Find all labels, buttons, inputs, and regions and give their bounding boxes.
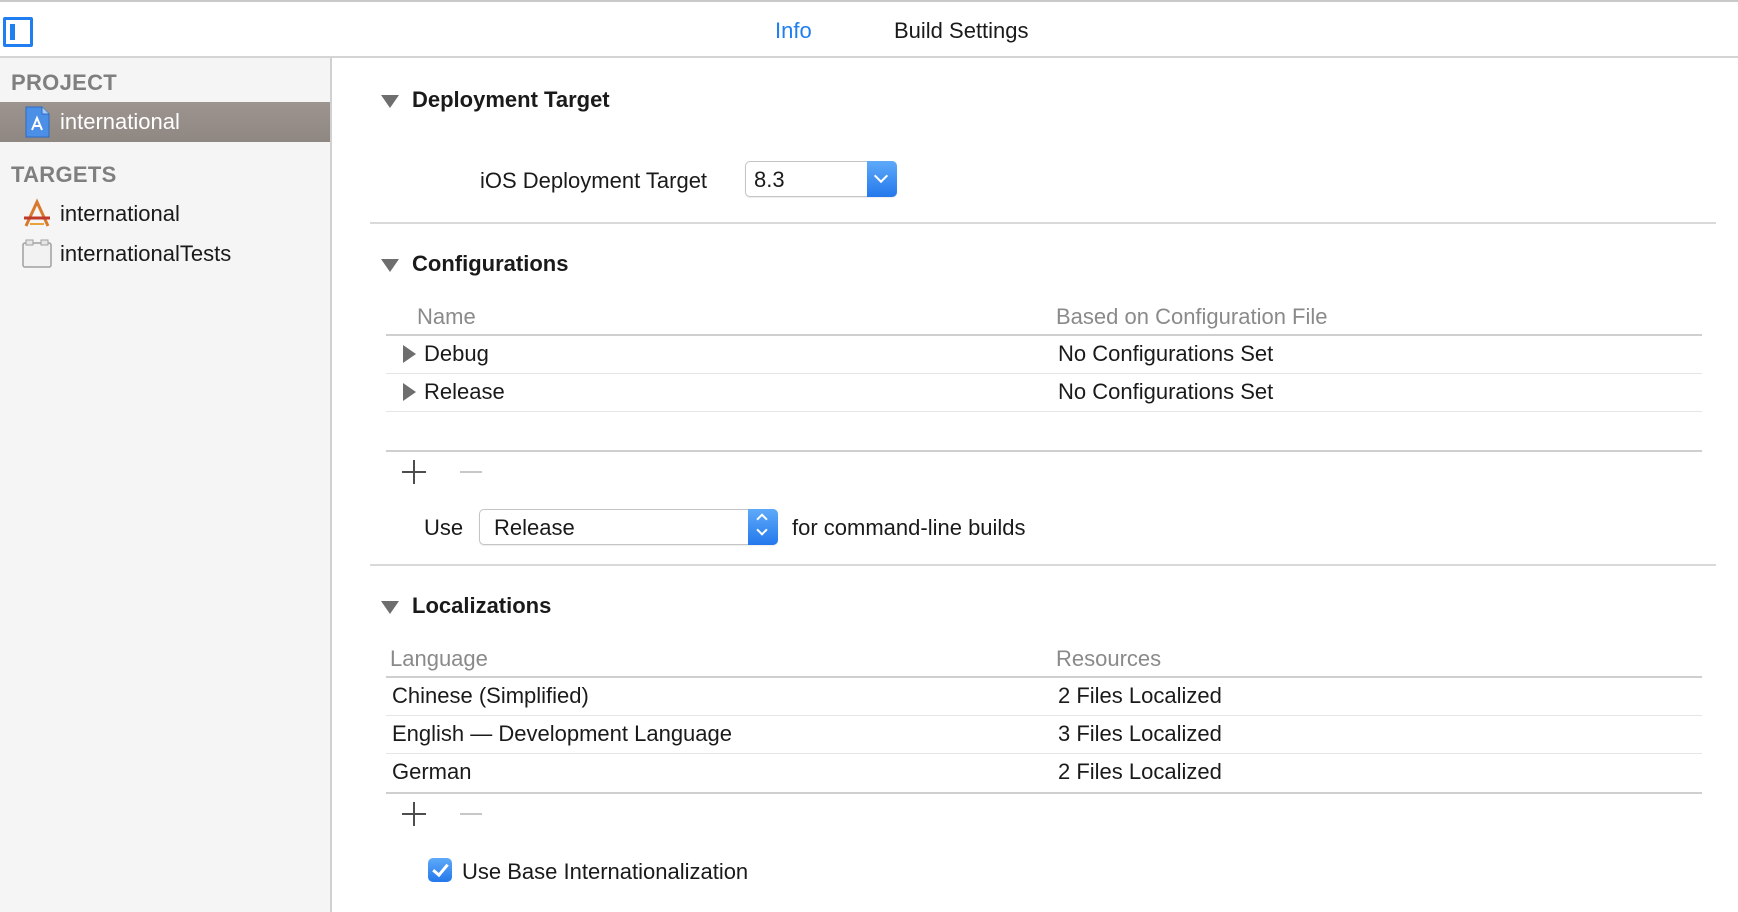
- section-divider: [370, 222, 1716, 224]
- row-divider: [386, 411, 1702, 412]
- column-header-resources[interactable]: Resources: [1056, 646, 1161, 672]
- chevron-updown-icon: [748, 509, 778, 545]
- sidebar-item-label: internationalTests: [60, 241, 232, 266]
- table-bottom-divider: [386, 792, 1702, 794]
- popup-value: 8.3: [754, 167, 785, 192]
- table-bottom-divider: [386, 450, 1702, 452]
- test-bundle-icon: [22, 239, 52, 268]
- config-file: No Configurations Set: [1058, 341, 1274, 366]
- tab-build-settings[interactable]: Build Settings: [894, 18, 1029, 44]
- sidebar-toggle-icon[interactable]: [3, 17, 33, 47]
- resources-count: 2 Files Localized: [1058, 759, 1222, 784]
- language-name: English — Development Language: [392, 721, 733, 746]
- row-divider: [386, 373, 1702, 374]
- config-name: Debug: [424, 341, 489, 366]
- config-name: Release: [424, 379, 505, 404]
- project-file-icon: [25, 106, 50, 138]
- resources-count: 2 Files Localized: [1058, 683, 1222, 708]
- config-file: No Configurations Set: [1058, 379, 1274, 404]
- disclosure-triangle-icon[interactable]: [381, 601, 399, 614]
- ios-deployment-target-popup[interactable]: 8.3: [745, 161, 897, 197]
- sidebar-item-target-tests[interactable]: internationalTests: [0, 234, 330, 274]
- use-label: Use: [424, 515, 464, 540]
- table-header-divider: [386, 676, 1702, 678]
- section-title: Deployment Target: [412, 87, 610, 112]
- resources-count: 3 Files Localized: [1058, 721, 1222, 746]
- add-localization-button[interactable]: [402, 802, 426, 826]
- sidebar-item-target-app[interactable]: international: [0, 194, 330, 234]
- tab-info[interactable]: Info: [775, 18, 812, 44]
- disclosure-triangle-icon[interactable]: [381, 95, 399, 108]
- section-title: Configurations: [412, 251, 569, 276]
- language-name: German: [392, 759, 472, 784]
- disclosure-triangle-icon[interactable]: [403, 345, 416, 363]
- add-configuration-button[interactable]: [402, 460, 426, 484]
- project-heading: PROJECT: [11, 70, 118, 95]
- column-header-config-file[interactable]: Based on Configuration File: [1056, 304, 1328, 330]
- ios-deployment-target-label: iOS Deployment Target: [480, 168, 708, 193]
- targets-heading: TARGETS: [11, 162, 117, 187]
- sidebar-item-label: international: [60, 201, 180, 226]
- app-target-icon: [24, 198, 50, 227]
- column-header-language[interactable]: Language: [390, 646, 488, 672]
- use-suffix-label: for command-line builds: [792, 515, 1026, 540]
- section-divider: [370, 564, 1716, 566]
- command-line-config-popup[interactable]: Release: [479, 509, 778, 545]
- disclosure-triangle-icon[interactable]: [381, 259, 399, 272]
- base-internationalization-label[interactable]: Use Base Internationalization: [462, 859, 748, 885]
- row-divider: [386, 715, 1702, 716]
- chevron-down-icon: [867, 161, 897, 197]
- language-name: Chinese (Simplified): [392, 683, 589, 708]
- column-header-name[interactable]: Name: [417, 304, 476, 330]
- section-title: Localizations: [412, 593, 552, 618]
- sidebar-item-label: international: [60, 109, 180, 134]
- popup-value: Release: [494, 515, 575, 540]
- table-header-divider: [386, 334, 1702, 336]
- remove-localization-button[interactable]: [460, 813, 482, 815]
- remove-configuration-button[interactable]: [460, 471, 482, 473]
- editor-tab-bar: Info Build Settings: [0, 0, 1738, 58]
- row-divider: [386, 753, 1702, 754]
- disclosure-triangle-icon[interactable]: [403, 383, 416, 401]
- sidebar-item-project[interactable]: international: [0, 102, 330, 142]
- project-navigator-sidebar: PROJECT international TARGETS internatio…: [0, 58, 332, 912]
- base-internationalization-checkbox[interactable]: [428, 858, 452, 882]
